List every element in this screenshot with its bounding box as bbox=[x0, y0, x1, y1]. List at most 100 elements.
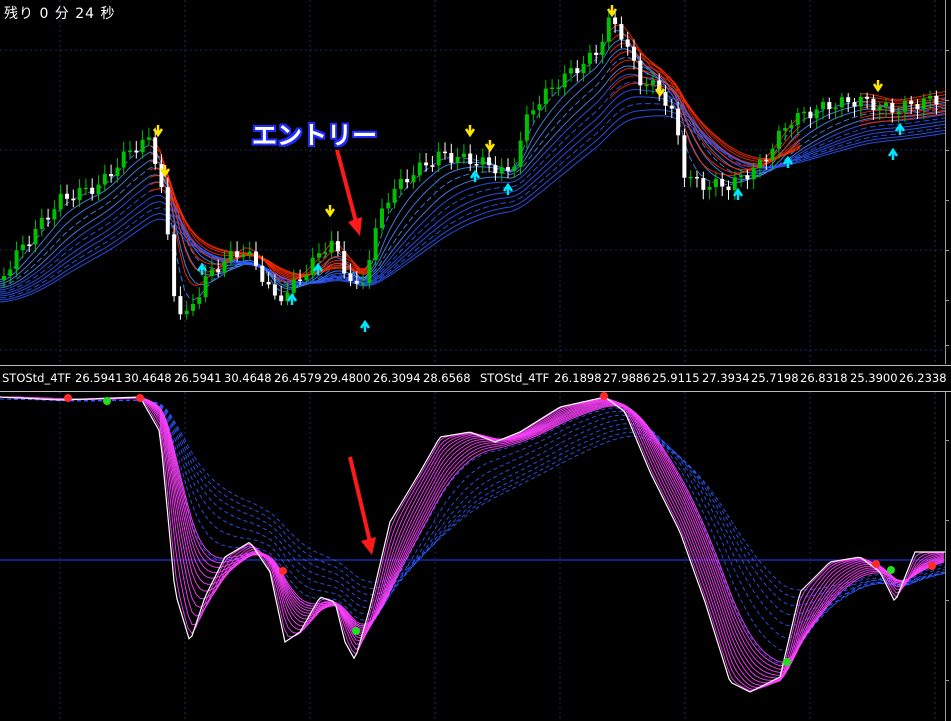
candle-body bbox=[751, 168, 756, 180]
candle-body bbox=[676, 108, 681, 136]
price-chart-pane[interactable]: 残り 0 分 24 秒 エントリー bbox=[0, 0, 946, 364]
candle-body bbox=[209, 269, 214, 277]
candle-body bbox=[562, 73, 567, 88]
up-arrow-icon bbox=[196, 262, 208, 275]
candle-body bbox=[361, 283, 366, 285]
candle-body bbox=[197, 297, 202, 304]
candle-body bbox=[71, 198, 76, 201]
indicator-name: STOStd_4TF bbox=[480, 371, 550, 385]
ma-line-red bbox=[149, 145, 371, 281]
candle-body bbox=[745, 175, 750, 180]
indicator-value: 28.6568 bbox=[423, 371, 471, 385]
candle-body bbox=[329, 241, 334, 253]
candle-body bbox=[915, 104, 920, 109]
candle-body bbox=[650, 80, 655, 85]
candle-body bbox=[600, 41, 605, 56]
candle-body bbox=[720, 179, 725, 187]
candle-body bbox=[317, 253, 321, 258]
candle-body bbox=[776, 130, 781, 149]
candle-body bbox=[178, 296, 183, 315]
candle-body bbox=[575, 68, 580, 74]
candle-body bbox=[39, 217, 44, 229]
signal-dot bbox=[136, 394, 144, 402]
candle-body bbox=[172, 234, 177, 297]
down-arrow-icon bbox=[872, 80, 884, 93]
signal-dot bbox=[887, 566, 895, 574]
candle-body bbox=[235, 251, 240, 258]
stoch-slow-line bbox=[0, 398, 945, 616]
candle-body bbox=[713, 179, 718, 188]
candle-body bbox=[291, 279, 296, 293]
candle-body bbox=[493, 165, 498, 174]
candle-body bbox=[102, 174, 107, 185]
candle-body bbox=[613, 17, 618, 25]
candle-body bbox=[518, 140, 523, 167]
candle-body bbox=[411, 175, 416, 183]
candle-body bbox=[14, 250, 19, 270]
candle-body bbox=[52, 209, 57, 220]
stoch-fast-line bbox=[0, 396, 944, 692]
red-arrow-icon bbox=[348, 217, 362, 236]
down-arrow-icon bbox=[464, 125, 476, 138]
ma-line-red bbox=[149, 160, 371, 278]
candle-body bbox=[487, 157, 492, 166]
candle-body bbox=[121, 151, 126, 168]
candle-body bbox=[96, 184, 101, 194]
candle-body bbox=[688, 176, 693, 179]
candle-body bbox=[821, 102, 825, 110]
candle-body bbox=[726, 186, 731, 191]
candle-body bbox=[839, 97, 844, 108]
candle-body bbox=[298, 279, 303, 281]
candle-body bbox=[266, 281, 271, 285]
candle-body bbox=[682, 135, 687, 178]
indicator-value: 26.5941 bbox=[75, 371, 123, 385]
candle-body bbox=[354, 280, 359, 284]
candle-body bbox=[247, 251, 252, 255]
indicator-value: 25.9115 bbox=[652, 371, 700, 385]
candle-body bbox=[184, 310, 189, 315]
stochastic-pane[interactable] bbox=[0, 392, 946, 721]
candle-countdown-timer: 残り 0 分 24 秒 bbox=[4, 6, 116, 22]
candle-body bbox=[304, 274, 309, 281]
signal-dot bbox=[928, 562, 936, 570]
candle-body bbox=[323, 252, 328, 254]
pane-separator[interactable] bbox=[0, 365, 951, 366]
candle-body bbox=[373, 228, 378, 261]
candle-body bbox=[474, 164, 479, 166]
candle-body bbox=[241, 254, 246, 258]
candle-body bbox=[449, 153, 454, 163]
candle-body bbox=[386, 202, 391, 209]
candle-body bbox=[865, 96, 870, 99]
candle-body bbox=[77, 188, 82, 201]
stoch-slow-line bbox=[0, 398, 945, 607]
candle-body bbox=[606, 17, 611, 42]
ma-line bbox=[0, 56, 945, 288]
stoch-slow-line bbox=[0, 398, 945, 591]
candle-body bbox=[468, 153, 473, 165]
candle-body bbox=[65, 193, 69, 199]
candle-body bbox=[638, 60, 643, 86]
candle-body bbox=[260, 265, 265, 282]
ma-line bbox=[0, 30, 945, 300]
candle-body bbox=[272, 284, 277, 296]
candle-body bbox=[159, 164, 164, 188]
candle-body bbox=[222, 260, 227, 273]
candle-body bbox=[115, 167, 120, 177]
candle-body bbox=[858, 96, 863, 107]
candle-body bbox=[146, 137, 151, 140]
candle-body bbox=[669, 105, 674, 109]
candle-body bbox=[33, 228, 38, 245]
indicator-value: 26.5941 bbox=[174, 371, 222, 385]
candle-body bbox=[380, 208, 384, 229]
candle-body bbox=[556, 87, 561, 89]
candle-body bbox=[254, 251, 258, 266]
ma-line bbox=[0, 39, 945, 290]
entry-annotation-label: エントリー bbox=[252, 121, 378, 150]
candle-body bbox=[424, 162, 429, 166]
candle-body bbox=[531, 110, 536, 115]
indicator-value: 25.7198 bbox=[751, 371, 799, 385]
indicator-value: 25.3900 bbox=[850, 371, 898, 385]
candle-body bbox=[165, 187, 170, 235]
indicator-value: 26.3094 bbox=[373, 371, 421, 385]
candle-body bbox=[430, 165, 435, 167]
